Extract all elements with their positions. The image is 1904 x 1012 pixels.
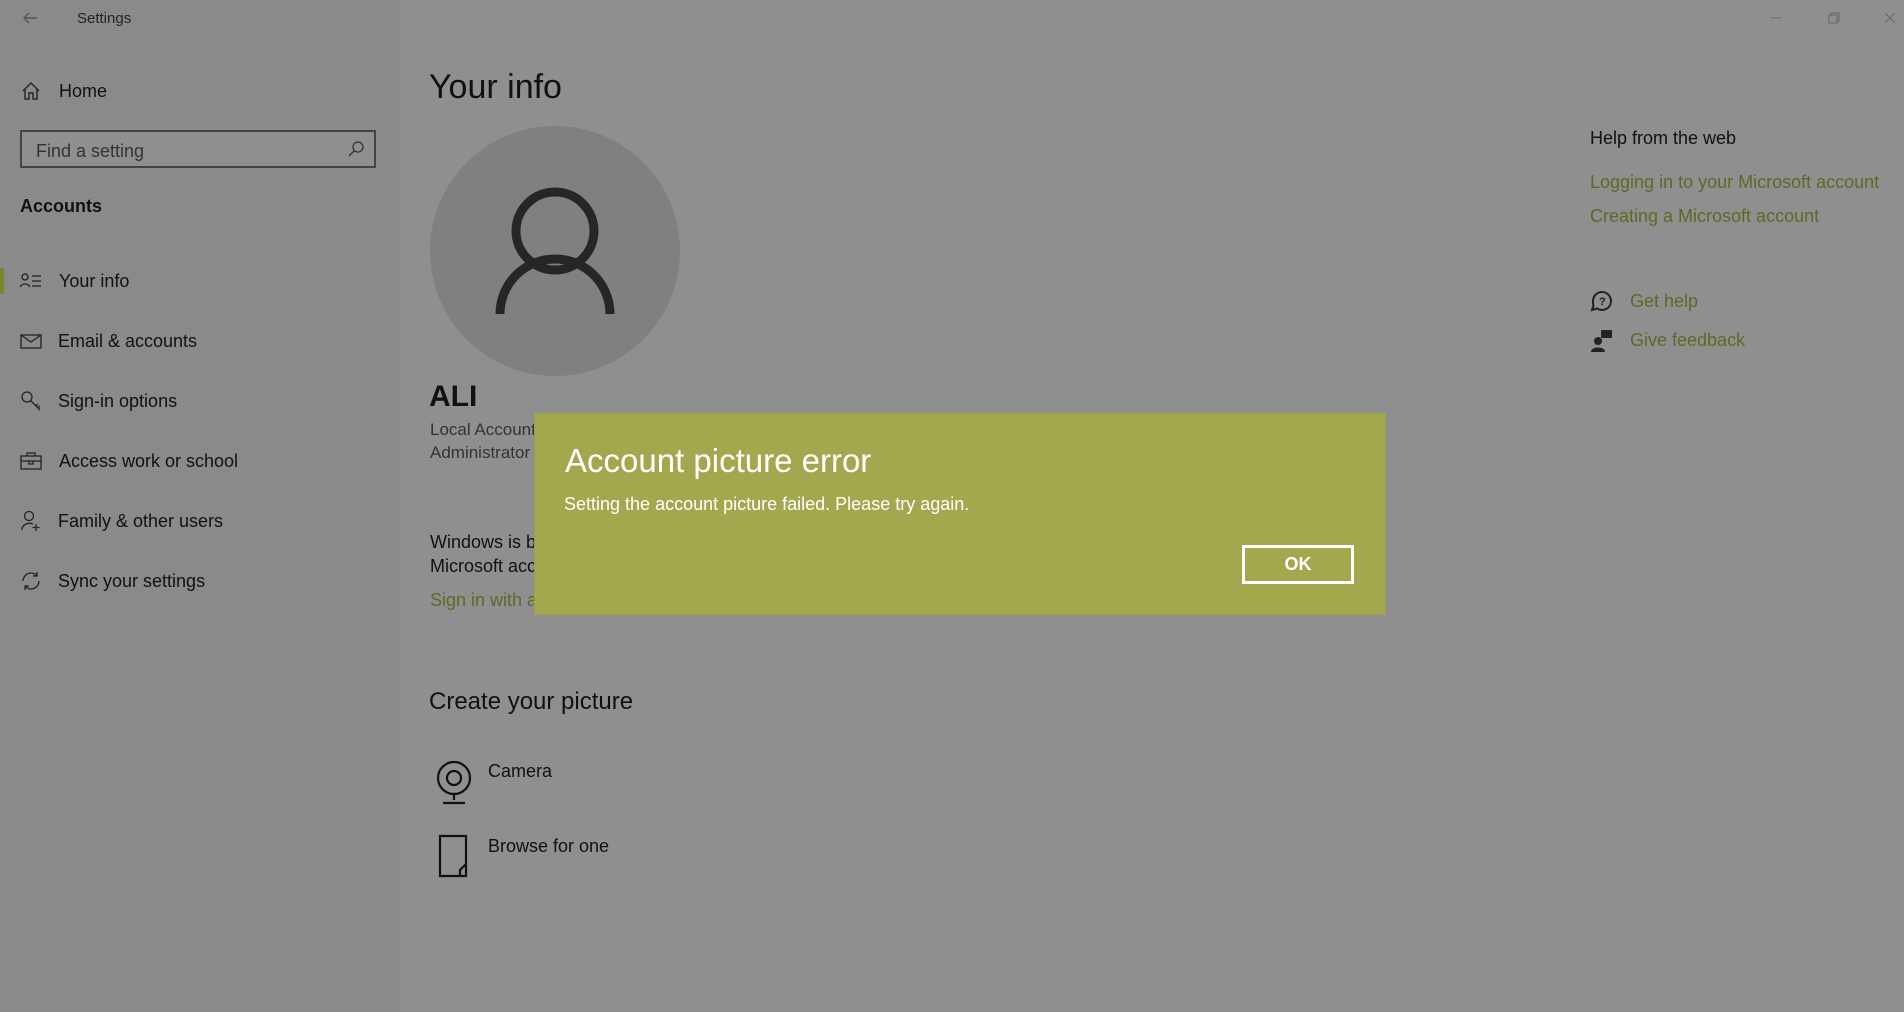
username: ALI [429, 380, 478, 413]
ok-button[interactable]: OK [1242, 545, 1354, 584]
sidebar-item-label: Access work or school [59, 450, 239, 471]
user-list-icon [20, 270, 42, 292]
error-dialog: Account picture error Setting the accoun… [535, 414, 1385, 614]
back-arrow-icon[interactable] [18, 6, 42, 30]
sidebar-item-email-accounts[interactable]: Email & accounts [0, 321, 400, 361]
sidebar-item-label: Email & accounts [58, 330, 198, 351]
chat-help-icon: ? [1590, 289, 1614, 318]
home-label: Home [59, 80, 108, 101]
give-feedback-label: Give feedback [1630, 330, 1746, 350]
help-title: Help from the web [1590, 128, 1737, 148]
home-icon [20, 80, 42, 102]
camera-icon [435, 759, 473, 812]
help-link-creating-account[interactable]: Creating a Microsoft account [1590, 206, 1819, 227]
window-title: Settings [77, 10, 132, 27]
avatar [430, 126, 680, 376]
sidebar-item-label: Your info [59, 270, 130, 291]
sidebar-item-label: Sign-in options [58, 390, 178, 411]
sidebar-home[interactable]: Home [20, 78, 107, 104]
sidebar-item-label: Sync your settings [58, 570, 206, 591]
browse-file-icon [438, 834, 472, 883]
windows-info-text: Windows is be [430, 532, 547, 552]
sidebar-item-sync-settings[interactable]: Sync your settings [0, 561, 400, 601]
svg-text:?: ? [1599, 296, 1606, 308]
search-box[interactable] [20, 130, 376, 168]
get-help-label: Get help [1630, 291, 1699, 311]
account-type: Local Account [430, 420, 536, 439]
dialog-message: Setting the account picture failed. Plea… [564, 494, 970, 514]
person-add-icon [20, 510, 42, 532]
camera-label: Camera [488, 761, 553, 781]
sidebar-item-access-work[interactable]: Access work or school [0, 441, 400, 481]
briefcase-icon [20, 450, 42, 472]
mail-icon [20, 330, 42, 352]
sync-icon [20, 570, 42, 592]
dialog-title: Account picture error [565, 442, 872, 479]
sign-in-microsoft-link[interactable]: Sign in with a [430, 590, 537, 611]
section-title-accounts: Accounts [20, 196, 103, 216]
sidebar-item-family-users[interactable]: Family & other users [0, 501, 400, 541]
default-user-icon [495, 187, 615, 315]
key-icon [20, 390, 42, 412]
minimize-icon[interactable] [1756, 6, 1796, 30]
account-role: Administrator [430, 443, 531, 462]
page-title: Your info [429, 68, 562, 106]
browse-label: Browse for one [488, 836, 610, 856]
sidebar-item-sign-in-options[interactable]: Sign-in options [0, 381, 400, 421]
close-icon[interactable] [1870, 6, 1904, 30]
help-link-logging-in[interactable]: Logging in to your Microsoft account [1590, 172, 1879, 193]
search-icon[interactable] [346, 139, 366, 159]
sidebar-item-label: Family & other users [58, 510, 224, 531]
sidebar-item-your-info[interactable]: Your info [0, 261, 400, 301]
create-picture-title: Create your picture [429, 688, 634, 715]
sidebar: Settings Home Accounts Your info Email &… [0, 0, 400, 1012]
feedback-icon [1590, 328, 1614, 357]
windows-info-text: Microsoft acc [430, 556, 537, 576]
restore-icon[interactable] [1814, 6, 1854, 30]
search-input[interactable] [34, 138, 338, 164]
